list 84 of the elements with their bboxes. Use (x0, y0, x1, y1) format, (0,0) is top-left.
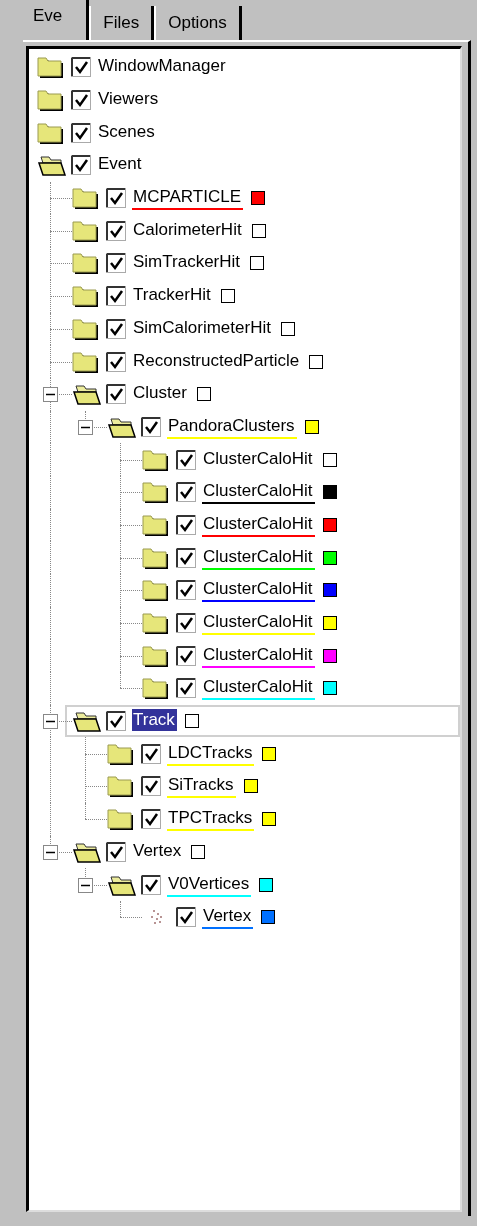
color-swatch[interactable] (220, 289, 235, 304)
tree-item[interactable]: ClusterCaloHit (202, 611, 315, 636)
checkbox[interactable] (71, 155, 91, 176)
color-swatch[interactable] (309, 354, 324, 369)
checkbox[interactable] (106, 188, 126, 209)
tree-item[interactable]: TPCTracks (167, 807, 255, 832)
color-swatch[interactable] (191, 844, 206, 859)
tree-item[interactable]: WindowManager (97, 55, 228, 80)
tab[interactable]: Options (154, 6, 242, 40)
checkbox[interactable] (106, 841, 126, 862)
checkbox[interactable] (71, 90, 91, 111)
checkbox[interactable] (106, 351, 126, 372)
tree-item[interactable]: ClusterCaloHit (202, 545, 315, 570)
color-swatch[interactable] (184, 714, 199, 729)
collapse-toggle[interactable] (43, 844, 58, 860)
color-swatch[interactable] (250, 256, 265, 271)
checkbox[interactable] (141, 416, 161, 437)
color-swatch[interactable] (251, 223, 266, 238)
color-swatch[interactable] (243, 779, 258, 794)
checkbox[interactable] (176, 907, 196, 928)
tree-item[interactable]: ClusterCaloHit (202, 447, 315, 472)
collapse-toggle[interactable] (43, 714, 58, 730)
color-swatch[interactable] (280, 321, 295, 336)
checkbox[interactable] (176, 482, 196, 503)
tree-item[interactable]: V0Vertices (167, 872, 252, 897)
checkbox[interactable] (141, 809, 161, 830)
checkbox[interactable] (176, 449, 196, 470)
color-swatch[interactable] (261, 910, 276, 925)
color-swatch[interactable] (322, 517, 337, 532)
collapse-toggle[interactable] (78, 877, 93, 893)
tab[interactable]: Files (89, 6, 155, 40)
checkbox[interactable] (106, 318, 126, 339)
tree-item[interactable]: ClusterCaloHit (202, 480, 315, 505)
checkbox[interactable] (106, 220, 126, 241)
tree-item[interactable]: ClusterCaloHit (202, 578, 315, 603)
checkbox[interactable] (176, 678, 196, 699)
checkbox[interactable] (71, 57, 91, 78)
tree-item[interactable]: SimCalorimeterHit (132, 316, 273, 341)
checkbox[interactable] (141, 776, 161, 797)
color-swatch[interactable] (304, 419, 319, 434)
color-swatch[interactable] (322, 583, 337, 598)
tree-item[interactable]: Cluster (132, 382, 189, 407)
color-swatch[interactable] (251, 191, 265, 206)
tree-item[interactable]: CalorimeterHit (132, 218, 244, 243)
checkbox[interactable] (176, 613, 196, 634)
tree-item[interactable]: ClusterCaloHit (202, 676, 315, 701)
tree-item[interactable]: Scenes (97, 120, 157, 145)
color-swatch[interactable] (322, 452, 337, 467)
tree-item[interactable]: ReconstructedParticle (132, 349, 302, 374)
tree-item[interactable]: LDCTracks (167, 741, 255, 766)
tree-item[interactable]: SiTracks (167, 774, 236, 799)
color-swatch[interactable] (322, 550, 337, 565)
collapse-toggle[interactable] (78, 419, 93, 435)
checkbox[interactable] (141, 874, 161, 895)
tree-item[interactable]: Vertex (132, 839, 184, 864)
color-swatch[interactable] (322, 485, 337, 500)
tree-item[interactable]: Vertex (202, 905, 254, 930)
color-swatch[interactable] (322, 648, 337, 663)
tree-item[interactable]: ClusterCaloHit (202, 512, 315, 537)
tree-item[interactable]: SimTrackerHit (132, 251, 243, 276)
color-swatch[interactable] (322, 681, 337, 696)
checkbox[interactable] (106, 384, 126, 405)
color-swatch[interactable] (196, 387, 211, 402)
tree-item[interactable]: Event (97, 153, 144, 178)
checkbox[interactable] (176, 645, 196, 666)
collapse-toggle[interactable] (43, 387, 58, 403)
tree-item[interactable]: MCPARTICLE (132, 186, 243, 211)
color-swatch[interactable] (262, 746, 277, 761)
checkbox[interactable] (71, 122, 91, 143)
color-swatch[interactable] (259, 877, 274, 892)
checkbox[interactable] (176, 514, 196, 535)
checkbox[interactable] (141, 743, 161, 764)
checkbox[interactable] (106, 711, 126, 732)
tree-item[interactable]: Track (132, 709, 177, 734)
color-swatch[interactable] (322, 616, 337, 631)
checkbox[interactable] (176, 580, 196, 601)
tree-item[interactable]: Viewers (97, 88, 161, 113)
checkbox[interactable] (106, 253, 126, 274)
tree-item[interactable]: PandoraClusters (167, 414, 297, 439)
tree-item[interactable]: TrackerHit (132, 284, 213, 309)
tree-item[interactable]: ClusterCaloHit (202, 643, 315, 668)
checkbox[interactable] (106, 286, 126, 307)
color-swatch[interactable] (262, 812, 277, 827)
checkbox[interactable] (176, 547, 196, 568)
